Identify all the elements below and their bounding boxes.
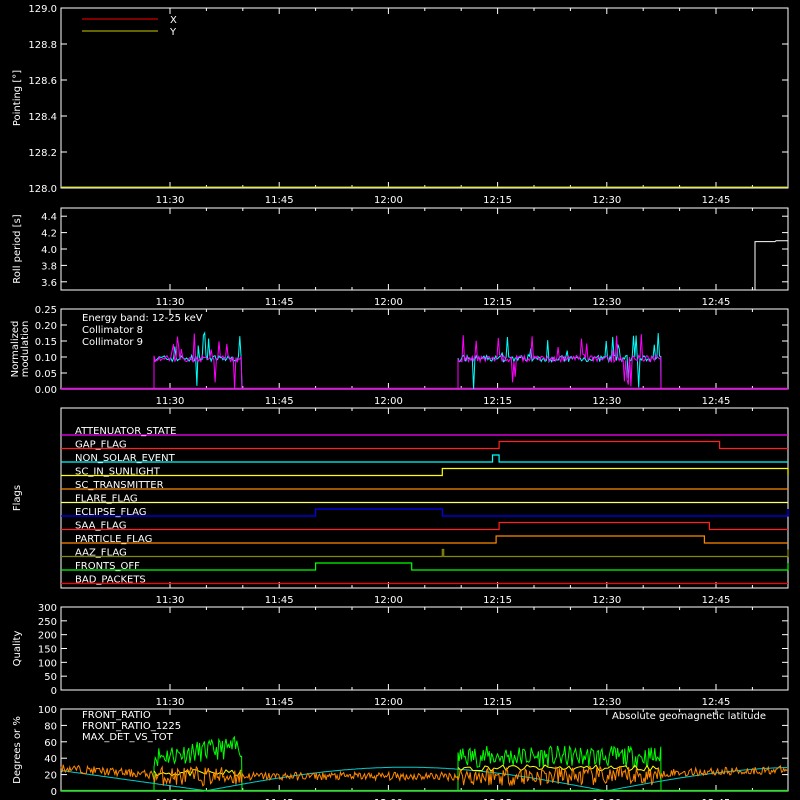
- flag-label-particle-flag: PARTICLE_FLAG: [75, 534, 152, 545]
- flag-label-flare-flag: FLARE_FLAG: [75, 494, 138, 505]
- pointing-xtick-label: 12:30: [592, 195, 621, 206]
- flag-label-bad-packets: BAD_PACKETS: [75, 575, 146, 586]
- quality-ytick-label: 200: [38, 631, 57, 642]
- ratios-ylabel: Degrees or %: [12, 716, 23, 784]
- legend-label-front-ratio: FRONT_RATIO: [82, 710, 151, 721]
- modulation-ytick-label: 0.15: [35, 337, 57, 348]
- flag-label-aaz-flag: AAZ_FLAG: [75, 548, 127, 559]
- ratios-ytick-label: 0: [51, 787, 57, 798]
- quality-ytick-label: 300: [38, 603, 57, 614]
- ratios-ytick-label: 60: [44, 738, 57, 749]
- pointing-xtick-label: 12:15: [483, 195, 512, 206]
- quality-xtick-label: 12:30: [592, 697, 621, 708]
- flags-xtick-label: 12:15: [483, 595, 512, 606]
- quality-xtick-label: 11:30: [156, 697, 185, 708]
- quality-ytick-label: 250: [38, 617, 57, 628]
- modulation-ytick-label: 0.00: [35, 385, 57, 396]
- modulation-ytick-label: 0.10: [35, 353, 57, 364]
- pointing-xtick-label: 11:30: [156, 195, 185, 206]
- roll-xtick-label: 12:00: [374, 297, 403, 308]
- pointing-xtick-label: 11:45: [265, 195, 294, 206]
- legend-label-front-ratio-1225: FRONT_RATIO_1225: [82, 721, 181, 732]
- pointing-xtick-label: 12:45: [702, 195, 731, 206]
- legend-label-y: Y: [169, 27, 177, 38]
- legend-label-collimator-8: Collimator 8: [82, 325, 143, 336]
- modulation-ytick-label: 0.20: [35, 321, 57, 332]
- modulation-xtick-label: 12:45: [702, 396, 731, 407]
- modulation-xtick-label: 11:30: [156, 396, 185, 407]
- ratios-ytick-label: 100: [38, 705, 57, 716]
- flag-label-sc-in-sunlight: SC_IN_SUNLIGHT: [75, 467, 161, 478]
- pointing-ytick-label: 128.0: [28, 184, 57, 195]
- energy-band-label: Energy band: 12-25 keV: [82, 313, 203, 324]
- flags-xtick-label: 11:45: [265, 595, 294, 606]
- flag-label-saa-flag: SAA_FLAG: [75, 521, 126, 532]
- roll-xtick-label: 11:45: [265, 297, 294, 308]
- ratios-ytick-label: 20: [44, 771, 57, 782]
- roll-xtick-label: 11:30: [156, 297, 185, 308]
- modulation-xtick-label: 12:30: [592, 396, 621, 407]
- flag-label-fronts-off: FRONTS_OFF: [75, 561, 140, 572]
- flag-label-attenuator-state: ATTENUATOR_STATE: [75, 426, 176, 437]
- legend-label-x: X: [170, 15, 177, 26]
- quality-xtick-label: 11:45: [265, 697, 294, 708]
- roll-ytick-label: 4.4: [41, 212, 57, 223]
- pointing-ylabel: Pointing [°]: [12, 70, 23, 126]
- modulation-xtick-label: 12:15: [483, 396, 512, 407]
- roll-xtick-label: 12:45: [702, 297, 731, 308]
- flags-ylabel: Flags: [12, 485, 23, 511]
- quality-ytick-label: 150: [38, 645, 57, 656]
- pointing-ytick-label: 128.2: [28, 148, 57, 159]
- modulation-ytick-label: 0.25: [35, 305, 57, 316]
- modulation-ytick-label: 0.05: [35, 369, 57, 380]
- pointing-ytick-label: 128.4: [28, 112, 57, 123]
- modulation-ylabel-2: modulation: [20, 321, 31, 378]
- quality-xtick-label: 12:15: [483, 697, 512, 708]
- flag-label-gap-flag: GAP_FLAG: [75, 440, 127, 451]
- flags-xtick-label: 12:30: [592, 595, 621, 606]
- roll-xtick-label: 12:30: [592, 297, 621, 308]
- pointing-ytick-label: 128.6: [28, 76, 57, 87]
- quality-ylabel: Quality: [12, 631, 23, 667]
- ratios-ytick-label: 40: [44, 754, 57, 765]
- roll-ylabel: Roll period [s]: [12, 214, 23, 283]
- ratios-ytick-label: 80: [44, 721, 57, 732]
- quality-ytick-label: 100: [38, 658, 57, 669]
- flag-label-eclipse-flag: ECLIPSE_FLAG: [75, 507, 146, 518]
- roll-xtick-label: 12:15: [483, 297, 512, 308]
- flags-xtick-label: 11:30: [156, 595, 185, 606]
- quality-ytick-label: 50: [44, 672, 57, 683]
- roll-ytick-label: 3.6: [41, 278, 57, 289]
- pointing-xtick-label: 12:00: [374, 195, 403, 206]
- pointing-ytick-label: 129.0: [28, 4, 57, 15]
- quality-ytick-label: 0: [51, 686, 57, 697]
- flag-label-sc-transmitter: SC_TRANSMITTER: [75, 480, 164, 491]
- quality-xtick-label: 12:00: [374, 697, 403, 708]
- legend-label-collimator-9: Collimator 9: [82, 337, 143, 348]
- flags-xtick-label: 12:00: [374, 595, 403, 606]
- telemetry-figure: 11:30 11:45 12:00 12:15 12:30 12:45 128.0 128.2…: [0, 0, 800, 800]
- modulation-xtick-label: 11:45: [265, 396, 294, 407]
- legend-label-max-det-vs-tot: MAX_DET_VS_TOT: [82, 732, 174, 743]
- flags-xtick-label: 12:45: [702, 595, 731, 606]
- geomag-annotation: Absolute geomagnetic latitude: [612, 711, 766, 722]
- roll-ytick-label: 4.2: [41, 229, 57, 240]
- roll-ytick-label: 4.0: [41, 245, 57, 256]
- roll-ytick-label: 3.8: [41, 261, 57, 272]
- flag-label-non-solar-event: NON_SOLAR_EVENT: [75, 453, 176, 464]
- quality-xtick-label: 12:45: [702, 697, 731, 708]
- pointing-ytick-label: 128.8: [28, 40, 57, 51]
- modulation-xtick-label: 12:00: [374, 396, 403, 407]
